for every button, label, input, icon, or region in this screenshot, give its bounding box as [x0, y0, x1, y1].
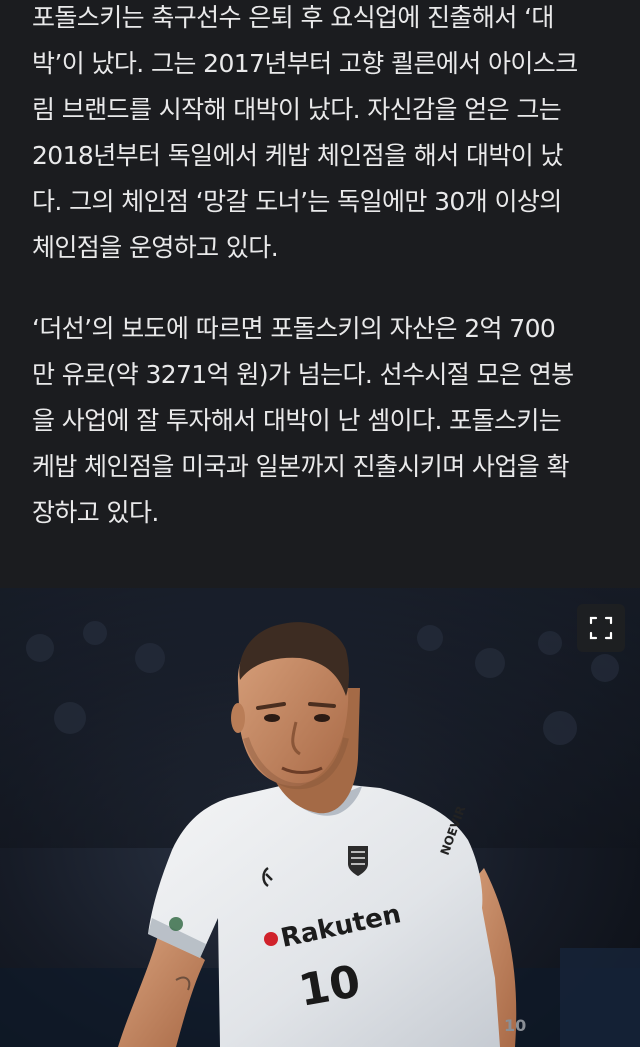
article-paragraph-2: ‘더선’의 보도에 따르면 포돌스키의 자산은 2억 700 만 유로(약 32…	[32, 306, 622, 536]
shorts-number-text: 10	[504, 1016, 526, 1035]
player-photo-illustration: Rakuten 10 NOEVIR 10	[0, 588, 640, 1047]
jersey-number-text: 10	[295, 956, 364, 1017]
paragraph-line: 2018년부터 독일에서 케밥 체인점을 해서 대박이 났	[32, 141, 564, 170]
fullscreen-expand-icon	[589, 616, 613, 640]
paragraph-line: 포돌스키는 축구선수 은퇴 후 요식업에 진출해서 ‘대	[32, 3, 554, 32]
article-photo[interactable]: Rakuten 10 NOEVIR 10	[0, 588, 640, 1047]
paragraph-line: 체인점을 운영하고 있다.	[32, 233, 279, 262]
article-paragraph-1: 포돌스키는 축구선수 은퇴 후 요식업에 진출해서 ‘대 박’이 났다. 그는 …	[32, 0, 622, 271]
expand-image-button[interactable]	[577, 604, 625, 652]
paragraph-line: ‘더선’의 보도에 따르면 포돌스키의 자산은 2억 700	[32, 314, 556, 343]
paragraph-line: 케밥 체인점을 미국과 일본까지 진출시키며 사업을 확	[32, 452, 569, 481]
article-body: 포돌스키는 축구선수 은퇴 후 요식업에 진출해서 ‘대 박’이 났다. 그는 …	[0, 0, 640, 588]
paragraph-line: 다. 그의 체인점 ‘망갈 도너’는 독일에만 30개 이상의	[32, 187, 562, 216]
paragraph-line: 림 브랜드를 시작해 대박이 났다. 자신감을 얻은 그는	[32, 95, 562, 124]
sleeve-badge-icon	[169, 917, 183, 931]
paragraph-line: 을 사업에 잘 투자해서 대박이 난 셈이다. 포돌스키는	[32, 406, 562, 435]
paragraph-line: 만 유로(약 3271억 원)가 넘는다. 선수시절 모은 연봉	[32, 360, 574, 389]
paragraph-line: 박’이 났다. 그는 2017년부터 고향 쾰른에서 아이스크	[32, 49, 578, 78]
paragraph-line: 장하고 있다.	[32, 498, 159, 527]
